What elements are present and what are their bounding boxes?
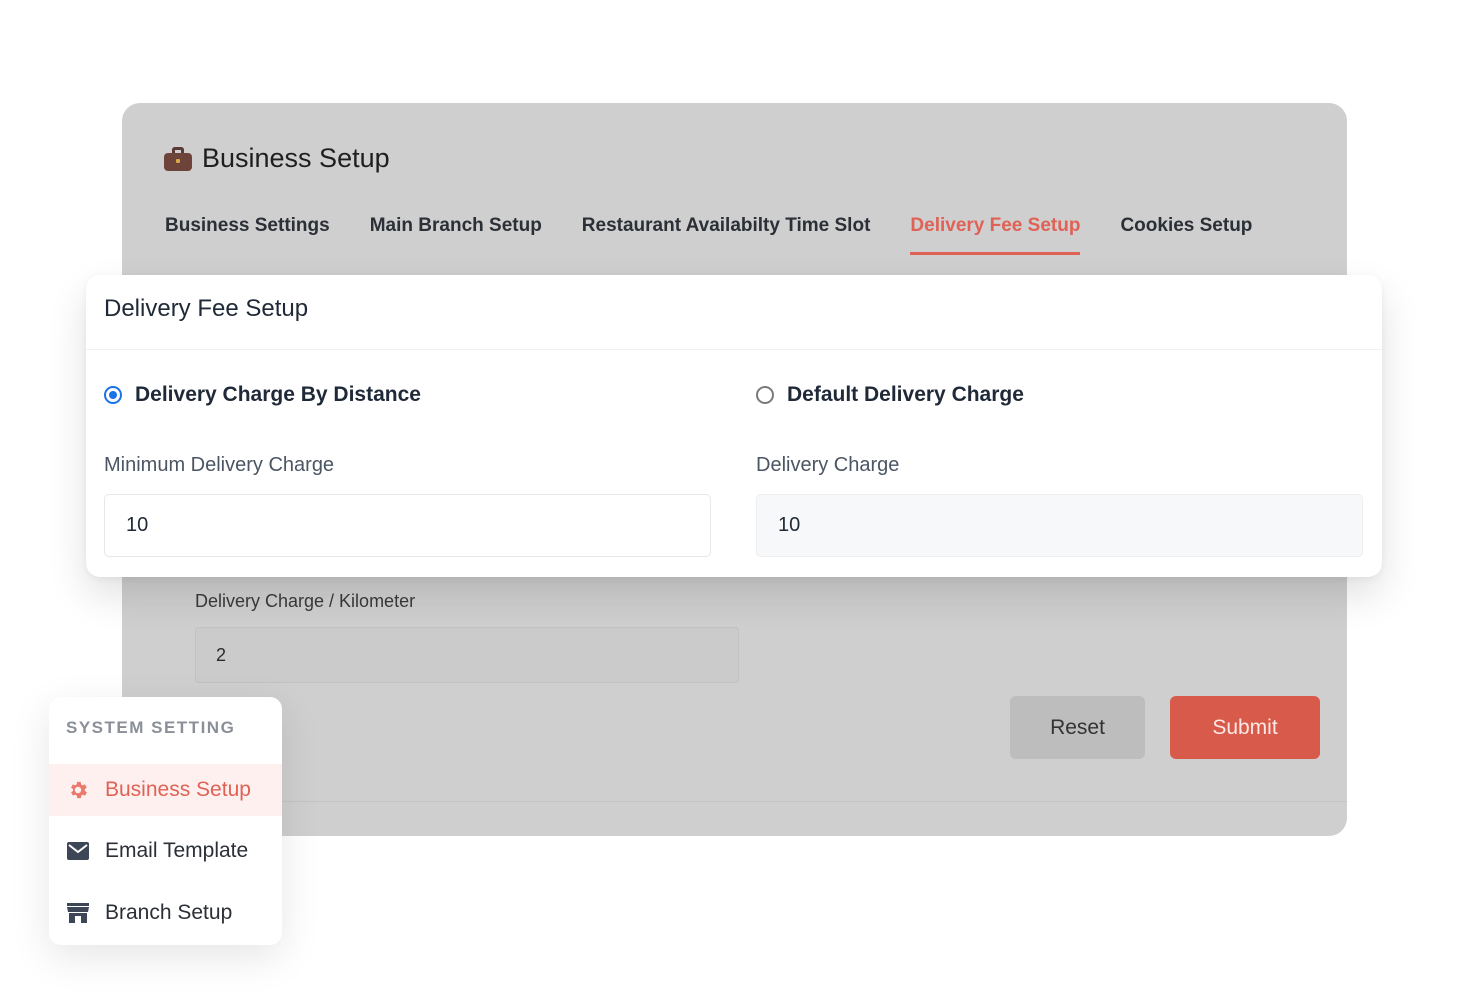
option-distance-label: Delivery Charge By Distance (135, 383, 421, 406)
delivery-charge-input[interactable] (756, 494, 1363, 557)
page-title: Business Setup (164, 143, 390, 174)
sidebar-item-business-setup[interactable]: Business Setup (49, 764, 282, 816)
briefcase-icon (164, 146, 192, 171)
page-title-text: Business Setup (202, 143, 390, 173)
stage: Business Setup Business Settings Main Br… (0, 0, 1468, 992)
tab-delivery-fee-setup[interactable]: Delivery Fee Setup (910, 215, 1081, 255)
system-setting-menu: SYSTEM SETTING Business Setup Email Temp… (49, 697, 282, 945)
store-icon (66, 902, 89, 925)
tab-cookies-setup[interactable]: Cookies Setup (1120, 215, 1252, 255)
tab-bar: Business Settings Main Branch Setup Rest… (165, 215, 1252, 255)
radio-distance[interactable] (104, 386, 122, 404)
card-title: Delivery Fee Setup (104, 295, 309, 322)
sidebar-item-email-template[interactable]: Email Template (49, 825, 282, 877)
gear-icon (66, 779, 89, 802)
sidebar-item-label: Email Template (105, 839, 249, 862)
tab-restaurant-availability-time-slot[interactable]: Restaurant Availabilty Time Slot (582, 215, 871, 255)
tab-main-branch-setup[interactable]: Main Branch Setup (370, 215, 542, 255)
delivery-charge-label: Delivery Charge (756, 454, 900, 476)
option-default-label: Default Delivery Charge (787, 383, 1024, 406)
sidebar-item-label: Branch Setup (105, 901, 233, 924)
min-charge-label: Minimum Delivery Charge (104, 454, 335, 476)
card-divider (86, 349, 1382, 350)
per-km-label: Delivery Charge / Kilometer (195, 591, 416, 611)
sidebar-heading: SYSTEM SETTING (66, 718, 236, 737)
tab-business-settings[interactable]: Business Settings (165, 215, 330, 255)
option-default[interactable]: Default Delivery Charge (756, 383, 1024, 407)
delivery-fee-card: Delivery Fee Setup Delivery Charge By Di… (86, 275, 1382, 577)
min-charge-input[interactable] (104, 494, 711, 557)
per-km-input[interactable]: 2 (195, 627, 739, 683)
envelope-icon (66, 840, 89, 863)
radio-default[interactable] (756, 386, 774, 404)
option-distance[interactable]: Delivery Charge By Distance (104, 383, 421, 407)
submit-button[interactable]: Submit (1170, 696, 1320, 759)
sidebar-item-branch-setup[interactable]: Branch Setup (49, 887, 282, 939)
sidebar-item-label: Business Setup (105, 778, 251, 801)
panel-divider (122, 801, 1347, 802)
reset-button[interactable]: Reset (1010, 696, 1145, 759)
